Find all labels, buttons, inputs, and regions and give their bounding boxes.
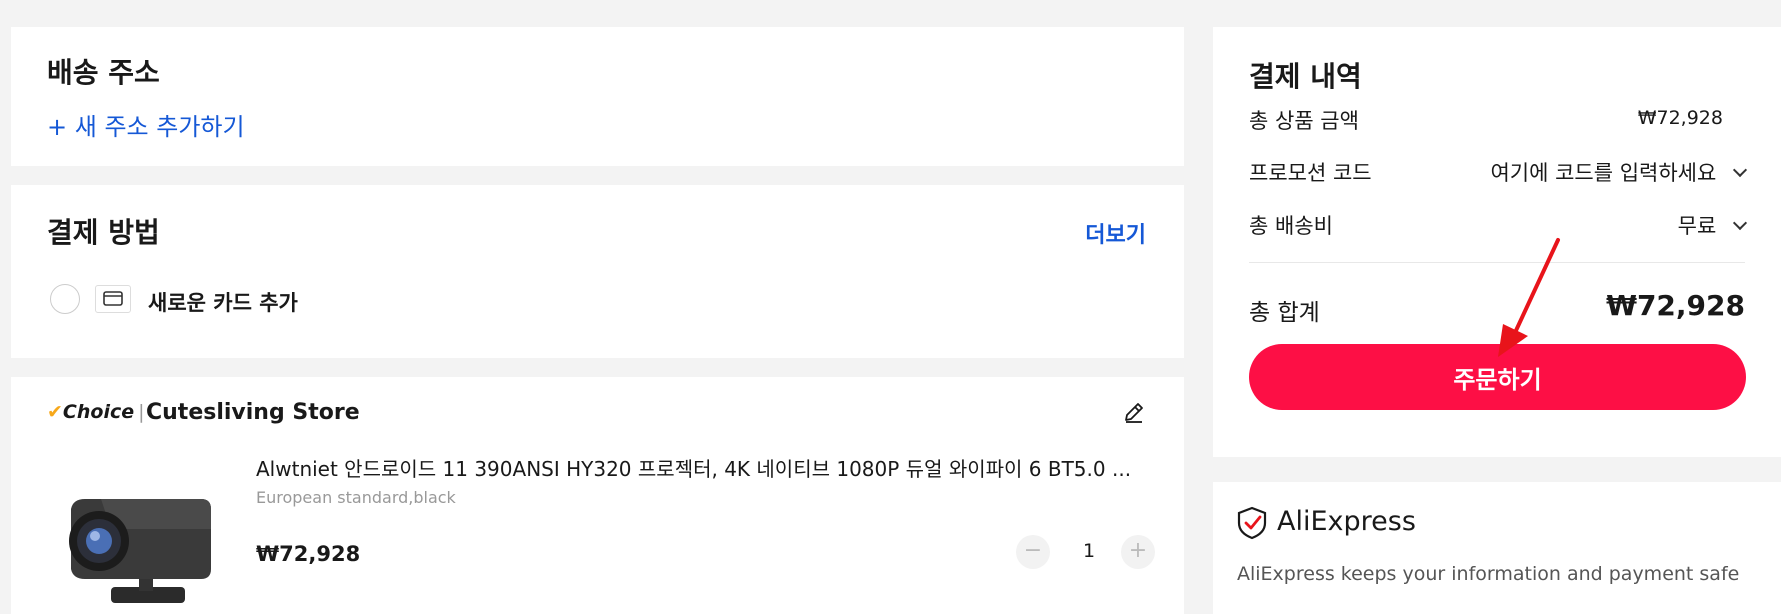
new-card-radio[interactable]: [50, 284, 80, 314]
chevron-down-icon: [1732, 162, 1748, 178]
summary-title: 결제 내역: [1249, 60, 1362, 93]
edit-icon[interactable]: [1122, 400, 1146, 424]
product-title[interactable]: Alwtniet 안드로이드 11 390ANSI HY320 프로젝터, 4K…: [256, 453, 1156, 482]
quantity-increase-button[interactable]: +: [1121, 535, 1155, 569]
product-price: ₩72,928: [256, 542, 361, 566]
store-name[interactable]: Cutesliving Store: [146, 400, 360, 425]
shipping-cost-text: 무료: [1677, 214, 1717, 238]
shipping-title: 배송 주소: [47, 56, 160, 89]
add-address-link[interactable]: + 새 주소 추가하기: [47, 107, 245, 142]
shipping-cost-label: 총 배송비: [1249, 214, 1333, 238]
total-value: ₩72,928: [1606, 289, 1745, 322]
aliexpress-logo: AliExpress: [1277, 506, 1416, 537]
shipping-card: 배송 주소 + 새 주소 추가하기: [11, 27, 1184, 166]
trust-card: AliExpress AliExpress keeps your informa…: [1213, 482, 1781, 614]
card-icon: [95, 285, 131, 313]
subtotal-value: ₩72,928: [1637, 107, 1723, 129]
trust-message: AliExpress keeps your information and pa…: [1237, 563, 1740, 585]
total-label: 총 합계: [1249, 300, 1320, 326]
badge-divider: |: [138, 401, 145, 423]
choice-badge: ✔Choice |: [47, 401, 145, 423]
summary-card: 결제 내역 총 상품 금액 ₩72,928 프로모션 코드 여기에 코드를 입력…: [1213, 27, 1781, 457]
order-items-card: ✔Choice | Cutesliving Store Alwtniet 안드로이…: [11, 377, 1184, 614]
annotation-arrow-icon: [1498, 238, 1560, 357]
product-image[interactable]: [51, 469, 221, 614]
payment-card: 결제 방법 더보기 새로운 카드 추가: [11, 185, 1184, 358]
subtotal-label: 총 상품 금액: [1249, 109, 1359, 133]
payment-title: 결제 방법: [47, 216, 160, 249]
shield-check-icon: [1237, 506, 1267, 540]
shipping-cost-value[interactable]: 무료: [1677, 210, 1748, 240]
new-card-label[interactable]: 새로운 카드 추가: [148, 287, 298, 317]
chevron-down-icon: [1732, 215, 1748, 231]
promo-label: 프로모션 코드: [1249, 161, 1372, 185]
product-variant: European standard,black: [256, 488, 456, 507]
payment-more-link[interactable]: 더보기: [1085, 217, 1146, 249]
promo-placeholder: 여기에 코드를 입력하세요: [1490, 161, 1717, 185]
promo-code-input[interactable]: 여기에 코드를 입력하세요: [1490, 157, 1748, 187]
quantity-decrease-button[interactable]: −: [1016, 535, 1050, 569]
checkmark-icon: ✔: [47, 401, 63, 423]
choice-label: Choice: [62, 401, 135, 423]
quantity-value[interactable]: 1: [1079, 540, 1099, 562]
